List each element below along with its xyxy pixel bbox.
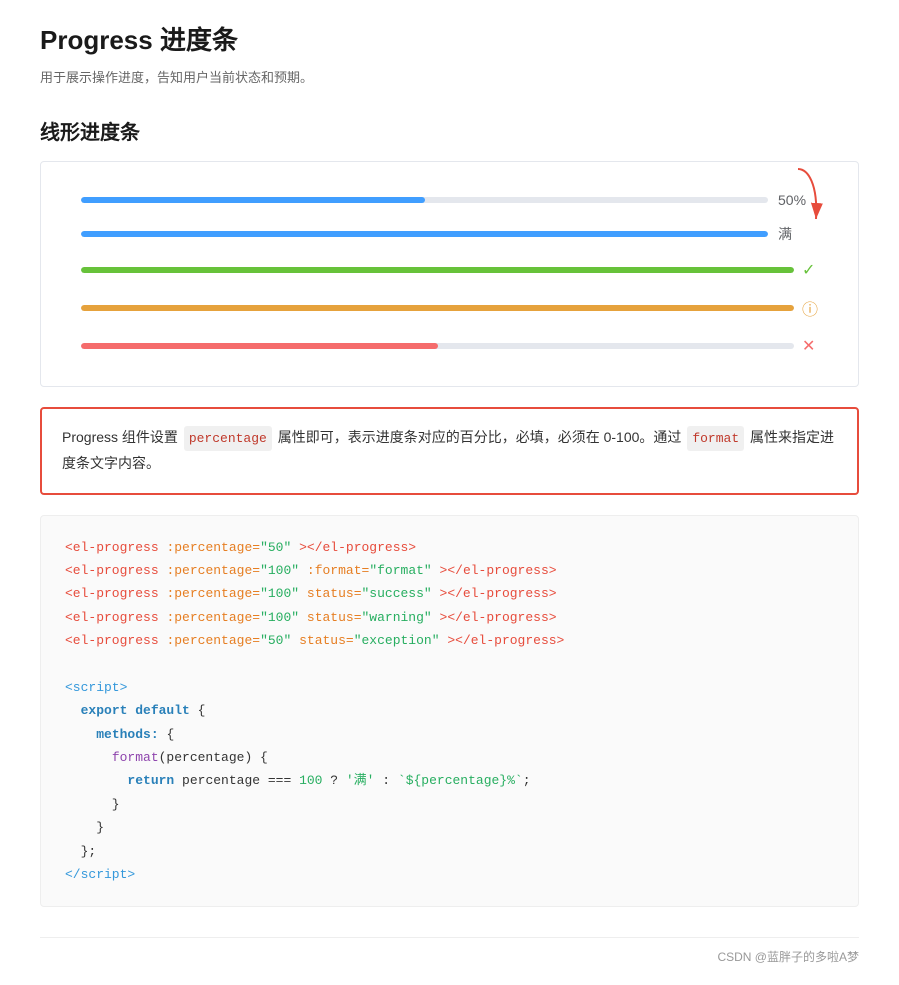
code-line-5: <el-progress :percentage="50" status="ex… bbox=[65, 629, 834, 652]
info-box: Progress 组件设置 percentage 属性即可，表示进度条对应的百分… bbox=[40, 407, 859, 495]
info-tag-format: format bbox=[687, 426, 744, 451]
page-title: Progress 进度条 bbox=[40, 20, 859, 57]
footer: CSDN @蓝胖子的多啦A梦 bbox=[40, 937, 859, 965]
progress-bar-fill-2 bbox=[81, 231, 768, 237]
demo-card-linear: 50% 满 ✓ ⓘ ✕ bbox=[40, 161, 859, 387]
progress-bar-track-1 bbox=[81, 197, 768, 203]
page-desc: 用于展示操作进度，告知用户当前状态和预期。 bbox=[40, 67, 859, 86]
progress-row-2: 满 bbox=[81, 224, 818, 244]
code-line-obj-close: }; bbox=[65, 840, 834, 863]
progress-bar-fill-3 bbox=[81, 267, 794, 273]
progress-bar-fill-1 bbox=[81, 197, 425, 203]
progress-row-3: ✓ bbox=[81, 260, 818, 280]
progress-row-5: ✕ bbox=[81, 336, 818, 356]
code-line-1: <el-progress :percentage="50" ></el-prog… bbox=[65, 536, 834, 559]
arrow-annotation bbox=[698, 164, 828, 244]
progress-icon-warning: ⓘ bbox=[794, 296, 818, 320]
info-tag-percentage: percentage bbox=[184, 426, 272, 451]
code-line-script-close: </script> bbox=[65, 863, 834, 886]
footer-text: CSDN @蓝胖子的多啦A梦 bbox=[717, 950, 859, 964]
progress-icon-success: ✓ bbox=[794, 260, 818, 280]
info-text-mid: 属性即可，表示进度条对应的百分比，必填，必须在 0-100。通过 bbox=[274, 429, 685, 445]
code-line-return: return percentage === 100 ? '满' : `${per… bbox=[65, 769, 834, 792]
code-block: <el-progress :percentage="50" ></el-prog… bbox=[40, 515, 859, 908]
code-line-methods-close: } bbox=[65, 816, 834, 839]
code-line-4: <el-progress :percentage="100" status="w… bbox=[65, 606, 834, 629]
progress-bar-track-3 bbox=[81, 267, 794, 273]
progress-bar-track-4 bbox=[81, 305, 794, 311]
progress-bar-track-2 bbox=[81, 231, 768, 237]
code-line-2: <el-progress :percentage="100" :format="… bbox=[65, 559, 834, 582]
code-line-3: <el-progress :percentage="100" status="s… bbox=[65, 582, 834, 605]
code-line-export: export default { bbox=[65, 699, 834, 722]
code-line-format-fn: format(percentage) { bbox=[65, 746, 834, 769]
code-line-methods: methods: { bbox=[65, 723, 834, 746]
progress-row-4: ⓘ bbox=[81, 296, 818, 320]
code-line-fn-close: } bbox=[65, 793, 834, 816]
info-text-before-tag1: Progress 组件设置 bbox=[62, 429, 182, 445]
progress-icon-exception: ✕ bbox=[794, 336, 818, 356]
progress-bar-fill-4 bbox=[81, 305, 794, 311]
progress-bar-track-5 bbox=[81, 343, 794, 349]
section-title-linear: 线形进度条 bbox=[40, 116, 859, 145]
code-line-script-open: <script> bbox=[65, 676, 834, 699]
progress-bar-fill-5 bbox=[81, 343, 438, 349]
